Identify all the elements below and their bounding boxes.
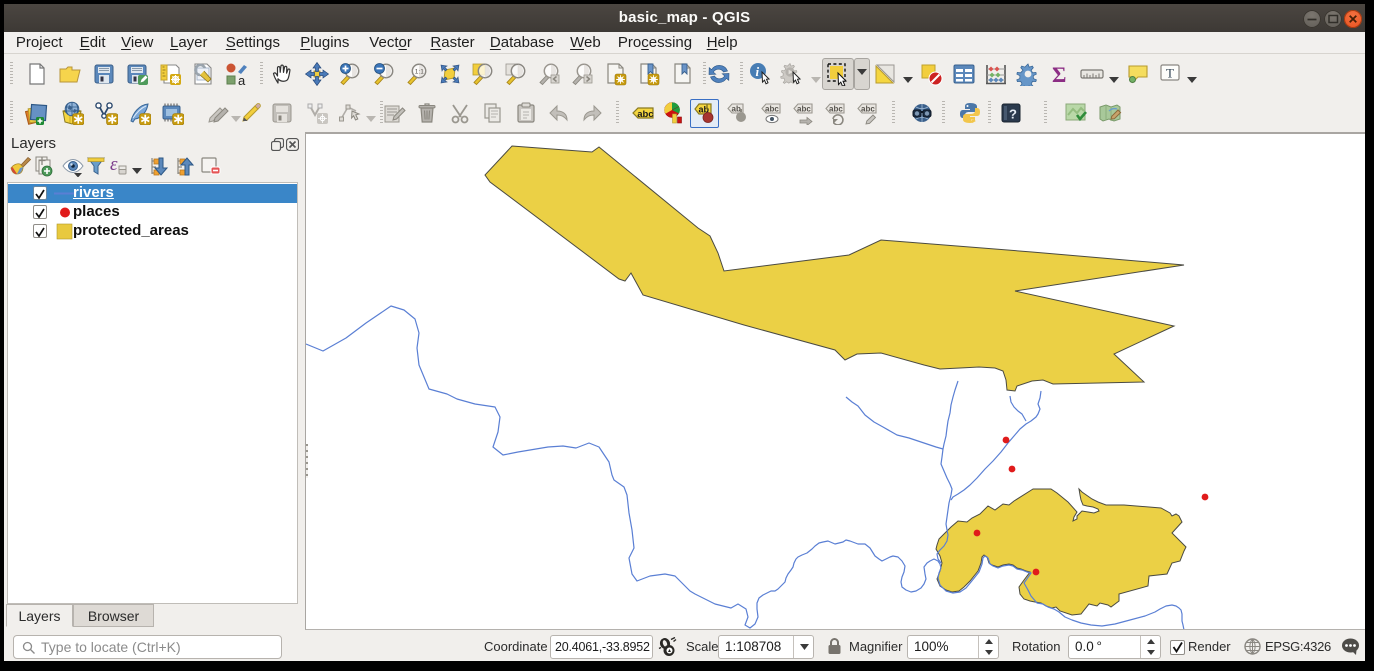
svg-text:?: ? [1009, 107, 1017, 122]
svg-text:abc: abc [829, 105, 843, 114]
svg-text:1:1: 1:1 [415, 69, 424, 76]
svg-text:abc: abc [861, 105, 875, 114]
svg-text:Σ: Σ [1052, 62, 1066, 86]
svg-text:abc: abc [637, 109, 653, 120]
svg-text:T: T [1166, 66, 1174, 81]
svg-text:ab: ab [732, 105, 741, 114]
svg-text:abc: abc [797, 105, 811, 114]
svg-text:i: i [756, 64, 760, 79]
svg-text:abc: abc [765, 105, 779, 114]
svg-text:a: a [238, 73, 246, 86]
svg-text:ε: ε [110, 155, 118, 175]
